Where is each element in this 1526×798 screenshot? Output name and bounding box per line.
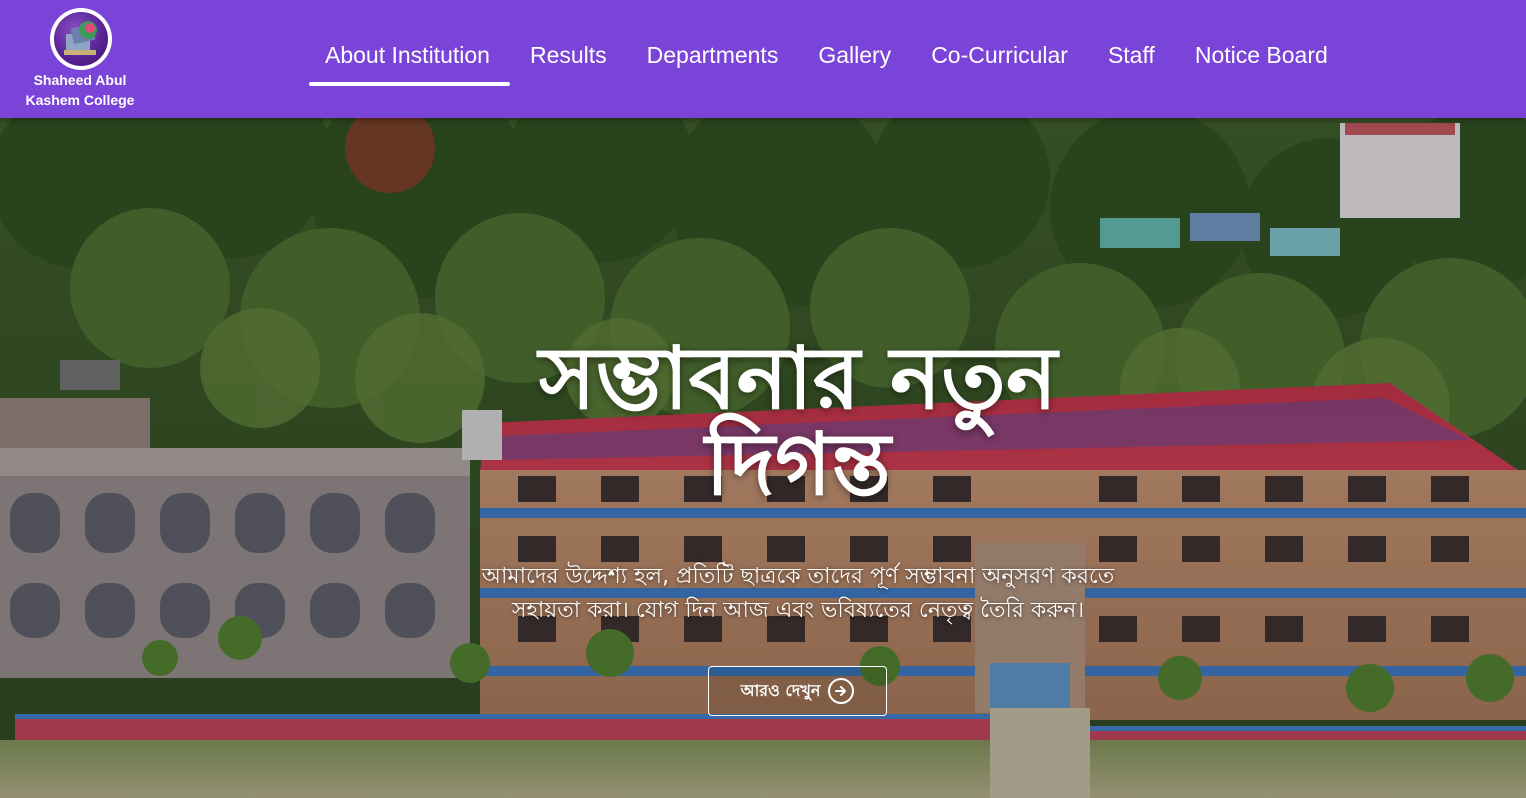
hero-subtitle-line1: আমাদের উদ্দেশ্য হল, প্রতিটি ছাত্রকে তাদে… [481, 564, 1115, 589]
hero-title-line2: দিগন্ত [705, 415, 891, 515]
nav-item-notice-board[interactable]: Notice Board [1175, 30, 1348, 86]
nav-item-staff[interactable]: Staff [1088, 30, 1175, 86]
nav-item-results[interactable]: Results [510, 30, 627, 86]
college-emblem-icon [50, 8, 112, 70]
hero-banner: সম্ভাবনার নতুন দিগন্ত আমাদের উদ্দেশ্য হল… [0, 118, 1526, 798]
arrow-right-circle-icon [828, 678, 855, 704]
nav-item-gallery[interactable]: Gallery [798, 30, 911, 86]
main-nav: About Institution Results Departments Ga… [305, 30, 1348, 86]
see-more-button[interactable]: আরও দেখুন [708, 666, 887, 716]
nav-item-departments[interactable]: Departments [627, 30, 799, 86]
hero-subtitle: আমাদের উদ্দেশ্য হল, প্রতিটি ছাত্রকে তাদে… [383, 560, 1213, 628]
hero-title: সম্ভাবনার নতুন দিগন্ত [413, 336, 1183, 508]
brand-home-link[interactable]: Shaheed Abul Kashem College [0, 8, 160, 112]
nav-item-co-curricular[interactable]: Co-Curricular [911, 30, 1088, 86]
brand-name: Shaheed Abul Kashem College [0, 70, 160, 110]
see-more-label: আরও দেখুন [740, 680, 821, 700]
hero-subtitle-line2: সহায়তা করা। যোগ দিন আজ এবং ভবিষ্যতের নে… [511, 598, 1085, 623]
nav-item-about-institution[interactable]: About Institution [305, 30, 510, 86]
hero-title-line1: সম্ভাবনার নতুন [538, 329, 1058, 429]
brand-name-line1: Shaheed Abul [33, 72, 127, 88]
top-navbar: Shaheed Abul Kashem College About Instit… [0, 0, 1526, 118]
brand-name-line2: Kashem College [25, 92, 135, 108]
